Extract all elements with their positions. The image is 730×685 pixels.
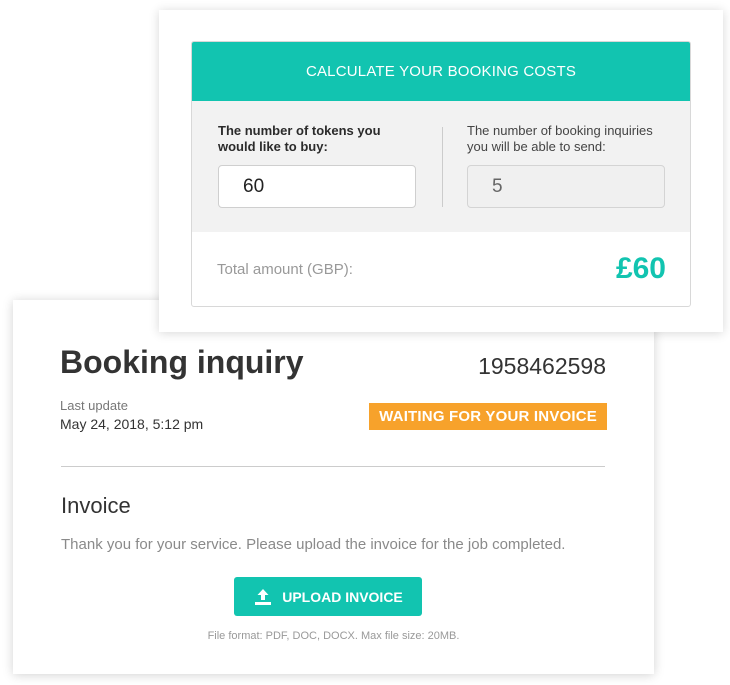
booking-id: 1958462598 bbox=[478, 353, 606, 379]
stage: Booking inquiry 1958462598 Last update M… bbox=[0, 0, 730, 685]
inquiries-label: The number of booking inquiries you will… bbox=[467, 123, 653, 154]
tokens-input[interactable]: 60 bbox=[218, 165, 416, 208]
divider bbox=[61, 466, 605, 467]
invoice-section-title: Invoice bbox=[61, 493, 131, 518]
inquiries-field: 5 bbox=[467, 165, 665, 208]
inquiries-column: The number of booking inquiries you will… bbox=[467, 123, 667, 208]
upload-invoice-label: UPLOAD INVOICE bbox=[282, 588, 403, 605]
upload-invoice-button[interactable]: UPLOAD INVOICE bbox=[234, 577, 422, 616]
last-update-label: Last update bbox=[60, 398, 128, 413]
upload-icon bbox=[253, 587, 273, 607]
last-update-date: May 24, 2018, 5:12 pm bbox=[60, 416, 204, 432]
booking-inquiry-card: Booking inquiry 1958462598 Last update M… bbox=[13, 300, 654, 674]
tokens-label: The number of tokens you would like to b… bbox=[218, 123, 381, 154]
column-divider bbox=[442, 127, 443, 207]
calculator-footer: Total amount (GBP): £60 bbox=[192, 232, 690, 306]
page-title: Booking inquiry bbox=[60, 344, 304, 380]
file-format-note: File format: PDF, DOC, DOCX. Max file si… bbox=[207, 630, 460, 642]
calculator-panel: CALCULATE YOUR BOOKING COSTS The number … bbox=[191, 41, 691, 307]
invoice-description: Thank you for your service. Please uploa… bbox=[61, 536, 566, 553]
status-badge: WAITING FOR YOUR INVOICE bbox=[369, 403, 607, 430]
booking-cost-calculator-card: CALCULATE YOUR BOOKING COSTS The number … bbox=[159, 10, 723, 332]
tokens-column: The number of tokens you would like to b… bbox=[218, 123, 418, 208]
calculator-body: The number of tokens you would like to b… bbox=[192, 101, 690, 232]
calculator-header: CALCULATE YOUR BOOKING COSTS bbox=[192, 42, 690, 101]
total-amount-label: Total amount (GBP): bbox=[217, 260, 353, 278]
total-amount-value: £60 bbox=[615, 252, 666, 285]
